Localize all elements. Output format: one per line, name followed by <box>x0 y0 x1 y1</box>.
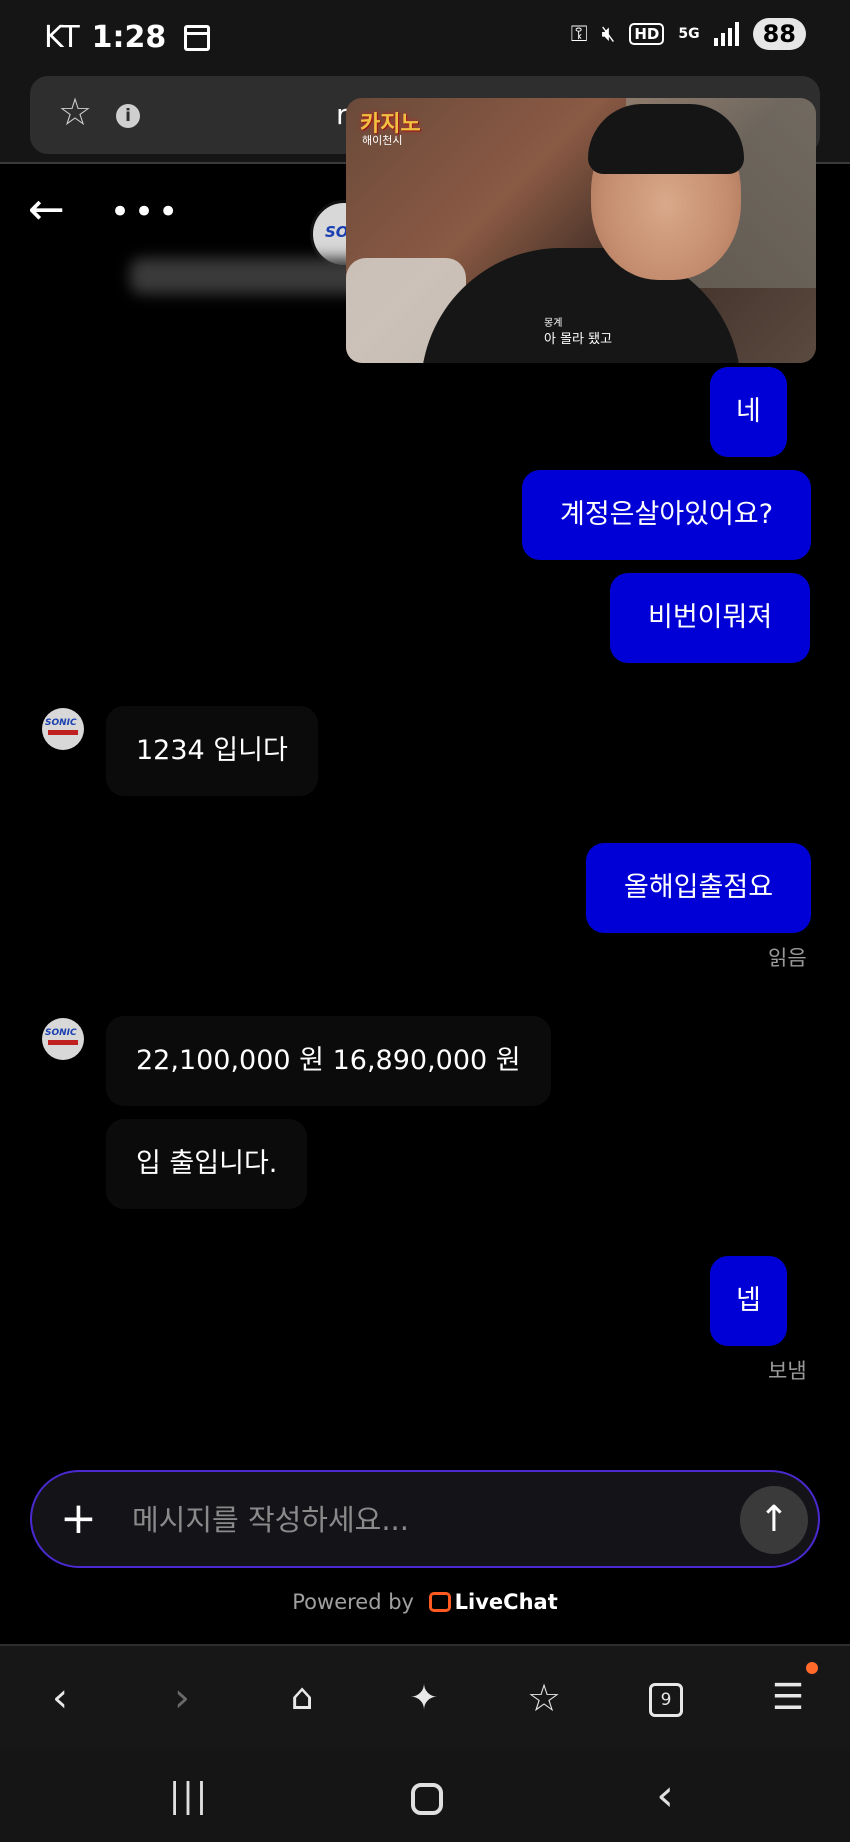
browser-bottom-toolbar: ‹ › ⌂ ✦ ☆ 9 ☰ <box>0 1644 850 1748</box>
mute-icon: 🔇︎ <box>601 21 616 47</box>
user-message-bubble: 비번이뭐져 <box>610 573 811 663</box>
agent-avatar: SONIC <box>42 1018 84 1060</box>
status-bar: KT 1:28 ⚿ 🔇︎ HD 5G 88 <box>0 0 850 76</box>
agent-avatar-label: SONIC <box>45 718 77 728</box>
user-message-bubble: 네 <box>710 367 787 457</box>
site-info-icon[interactable]: i <box>116 104 140 128</box>
pip-subtitle: 아 몰라 됐고 <box>544 332 613 347</box>
powered-by-footer: Powered by LiveChat <box>0 1590 850 1614</box>
back-nav-icon[interactable]: ‹ <box>30 1668 90 1728</box>
status-right: ⚿ 🔇︎ HD 5G 88 <box>571 18 806 50</box>
tab-count: 9 <box>649 1683 683 1717</box>
agent-avatar-label: SONIC <box>45 1028 77 1038</box>
system-back-icon[interactable]: ‹ <box>630 1766 700 1826</box>
bookmarks-icon[interactable]: ☆ <box>514 1668 574 1728</box>
5g-icon: 5G <box>678 26 700 42</box>
sparkle-icon[interactable]: ✦ <box>394 1668 454 1728</box>
system-nav-bar: ||| ‹ <box>0 1748 850 1842</box>
forward-nav-icon[interactable]: › <box>152 1668 212 1728</box>
home-circle-icon <box>411 1782 443 1815</box>
more-options-icon[interactable]: ••• <box>110 192 182 232</box>
recent-apps-icon[interactable]: ||| <box>154 1766 224 1826</box>
send-button[interactable]: ↑ <box>740 1486 808 1554</box>
menu-notification-dot <box>806 1662 818 1674</box>
clock: 1:28 <box>91 20 167 55</box>
message-status-sent: 보냄 <box>768 1359 807 1383</box>
user-message-bubble: 올해입출점요 <box>586 843 812 933</box>
back-arrow-icon[interactable]: ← <box>28 188 65 232</box>
pip-video-player[interactable]: 카지노 해이천시 몽계 아 몰라 됐고 <box>346 98 816 363</box>
livechat-brand[interactable]: LiveChat <box>455 1590 558 1614</box>
attach-plus-icon[interactable]: + <box>60 1492 97 1546</box>
user-message-bubble: 넵 <box>710 1256 787 1346</box>
pip-person-hair <box>588 104 744 174</box>
battery-indicator: 88 <box>752 18 806 50</box>
screen: KT 1:28 ⚿ 🔇︎ HD 5G 88 ☆ i r › ← ••• SONI… <box>0 0 850 1842</box>
signal-icon <box>713 22 739 46</box>
calendar-icon <box>184 24 211 51</box>
message-input[interactable] <box>132 1494 652 1546</box>
blurred-header-name <box>130 258 370 294</box>
tabs-button[interactable]: 9 <box>636 1668 696 1728</box>
livechat-logo-icon <box>428 1592 451 1612</box>
key-icon: ⚿ <box>570 21 588 47</box>
agent-avatar-bar <box>48 730 78 735</box>
pip-subtitle-speaker: 몽계 <box>544 318 563 329</box>
agent-message-bubble: 22,100,000 원 16,890,000 원 <box>106 1016 551 1106</box>
menu-icon[interactable]: ☰ <box>758 1668 818 1728</box>
home-icon[interactable]: ⌂ <box>272 1668 332 1728</box>
status-left: KT 1:28 <box>44 20 211 55</box>
user-message-bubble: 계정은살아있어요? <box>522 470 812 560</box>
powered-by-label: Powered by <box>292 1590 414 1614</box>
agent-message-bubble: 입 출입니다. <box>106 1119 308 1209</box>
hd-icon: HD <box>629 23 665 45</box>
home-nav-button[interactable] <box>392 1766 462 1826</box>
pip-show-logo-sub: 해이천시 <box>362 134 403 147</box>
agent-avatar: SONIC <box>42 708 84 750</box>
agent-avatar-bar <box>48 1040 78 1045</box>
agent-message-bubble: 1234 입니다 <box>106 706 318 796</box>
carrier-label: KT <box>44 20 80 55</box>
bookmark-star-icon[interactable]: ☆ <box>58 90 92 134</box>
message-status-read: 읽음 <box>768 946 807 970</box>
message-composer: + ↑ <box>30 1470 820 1568</box>
